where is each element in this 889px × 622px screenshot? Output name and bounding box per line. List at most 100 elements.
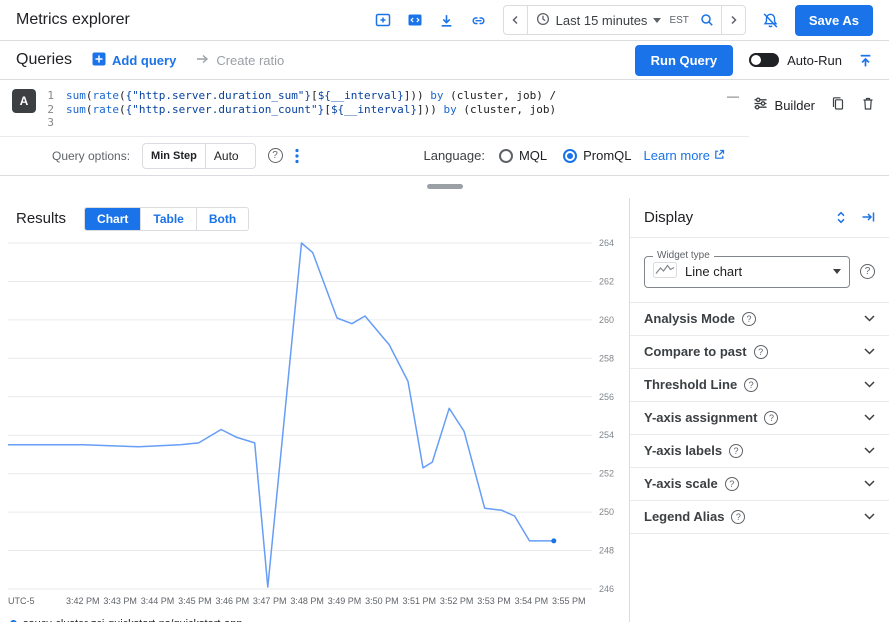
create-ratio-label: Create ratio	[216, 53, 284, 68]
svg-text:3:46 PM: 3:46 PM	[216, 596, 250, 606]
learn-more-link[interactable]: Learn more	[644, 148, 725, 163]
help-icon[interactable]	[764, 411, 778, 425]
time-range-control: Last 15 minutes EST	[503, 5, 746, 35]
display-section-threshold-line[interactable]: Threshold Line	[630, 369, 889, 402]
time-search-button[interactable]	[693, 6, 721, 34]
help-icon[interactable]	[754, 345, 768, 359]
auto-run-label: Auto-Run	[787, 53, 842, 68]
run-query-button[interactable]: Run Query	[635, 45, 733, 76]
svg-text:3:44 PM: 3:44 PM	[141, 596, 175, 606]
chevron-down-icon	[864, 480, 875, 487]
help-icon[interactable]	[725, 477, 739, 491]
display-section-analysis-mode[interactable]: Analysis Mode	[630, 303, 889, 336]
add-to-dashboard-icon[interactable]	[375, 12, 391, 28]
tune-icon	[753, 96, 768, 114]
chart-area: 2462482502522542562582602622643:42 PM3:4…	[0, 237, 629, 616]
expand-all-icon[interactable]	[835, 210, 847, 225]
min-step-value: Auto	[206, 144, 255, 168]
display-section-compare-to-past[interactable]: Compare to past	[630, 336, 889, 369]
min-step-control[interactable]: Min Step Auto	[142, 143, 256, 169]
copy-icon[interactable]	[831, 96, 845, 111]
legend-label: saucy-cluster zci-quickstart-ns/quicksta…	[23, 618, 242, 622]
help-icon[interactable]	[744, 378, 758, 392]
help-icon[interactable]	[729, 444, 743, 458]
svg-text:254: 254	[599, 430, 614, 440]
editor-main: A 1sum(rate({"http.server.duration_sum"}…	[0, 80, 749, 136]
language-radio-mql[interactable]: MQL	[499, 148, 547, 163]
notifications-off-icon[interactable]	[762, 12, 779, 29]
time-forward-button[interactable]	[721, 6, 745, 34]
add-query-button[interactable]: Add query	[92, 52, 176, 69]
clock-icon	[536, 12, 550, 29]
auto-run-toggle[interactable]	[749, 53, 779, 67]
svg-text:3:45 PM: 3:45 PM	[178, 596, 212, 606]
tab-table[interactable]: Table	[141, 208, 196, 230]
svg-text:3:55 PM: 3:55 PM	[552, 596, 586, 606]
display-section-y-axis-scale[interactable]: Y-axis scale	[630, 468, 889, 501]
results-tab-group: ChartTableBoth	[84, 207, 249, 231]
toggle-knob	[751, 55, 761, 65]
tab-both[interactable]: Both	[197, 208, 248, 230]
download-icon[interactable]	[439, 13, 454, 28]
code-line[interactable]: 1sum(rate({"http.server.duration_sum"}[$…	[38, 89, 717, 103]
code-line[interactable]: 3	[38, 116, 717, 130]
code-text: sum(rate({"http.server.duration_count"}[…	[66, 103, 556, 117]
builder-button[interactable]: Builder	[753, 96, 815, 114]
delete-icon[interactable]	[861, 96, 875, 111]
editor-left: A 1sum(rate({"http.server.duration_sum"}…	[0, 80, 749, 175]
page-title: Metrics explorer	[16, 11, 130, 29]
code-lines[interactable]: 1sum(rate({"http.server.duration_sum"}[$…	[38, 89, 717, 130]
svg-text:3:48 PM: 3:48 PM	[290, 596, 324, 606]
tab-chart[interactable]: Chart	[85, 208, 141, 230]
min-step-help-icon[interactable]	[268, 148, 283, 163]
widget-type-help-icon[interactable]	[860, 264, 875, 279]
display-section-y-axis-labels[interactable]: Y-axis labels	[630, 435, 889, 468]
chevron-down-icon	[653, 18, 661, 23]
section-label: Threshold Line	[644, 377, 737, 392]
queries-bar: Queries Add query Create ratio Run Query…	[0, 41, 889, 80]
ratio-arrow-icon	[196, 53, 210, 68]
widget-type-value: Line chart	[685, 264, 825, 279]
collapse-panel-right-icon[interactable]	[861, 211, 875, 223]
editor-side-actions: Builder	[749, 80, 889, 175]
widget-type-row: Widget type Line chart	[630, 238, 889, 303]
display-section-y-axis-assignment[interactable]: Y-axis assignment	[630, 402, 889, 435]
code-text: sum(rate({"http.server.duration_sum"}[${…	[66, 89, 556, 103]
more-options-icon[interactable]	[295, 148, 299, 164]
svg-text:258: 258	[599, 353, 614, 363]
svg-text:250: 250	[599, 507, 614, 517]
results-header: Results ChartTableBoth	[0, 198, 629, 237]
svg-text:3:54 PM: 3:54 PM	[515, 596, 549, 606]
time-back-button[interactable]	[504, 6, 528, 34]
code-line[interactable]: 2sum(rate({"http.server.duration_count"}…	[38, 103, 717, 117]
metrics-explorer-app: Metrics explorer	[0, 0, 889, 622]
results-chart: 2462482502522542562582602622643:42 PM3:4…	[6, 237, 624, 613]
chevron-down-icon	[864, 414, 875, 421]
svg-text:3:43 PM: 3:43 PM	[103, 596, 137, 606]
save-as-button[interactable]: Save As	[795, 5, 873, 36]
display-header: Display	[630, 198, 889, 238]
svg-text:3:47 PM: 3:47 PM	[253, 596, 287, 606]
display-section-legend-alias[interactable]: Legend Alias	[630, 501, 889, 534]
add-query-label: Add query	[112, 53, 176, 68]
query-options-label: Query options:	[52, 149, 130, 163]
learn-more-label: Learn more	[644, 148, 710, 163]
editor-collapse-handle[interactable]: —	[717, 89, 749, 103]
create-ratio-button[interactable]: Create ratio	[196, 53, 284, 68]
chart-legend[interactable]: saucy-cluster zci-quickstart-ns/quicksta…	[0, 616, 629, 622]
chevron-down-icon	[864, 315, 875, 322]
help-icon[interactable]	[731, 510, 745, 524]
code-export-icon[interactable]	[407, 12, 423, 28]
svg-text:3:42 PM: 3:42 PM	[66, 596, 100, 606]
time-range-selector[interactable]: Last 15 minutes	[528, 12, 670, 29]
help-icon[interactable]	[742, 312, 756, 326]
language-radio-promql[interactable]: PromQL	[563, 148, 631, 163]
svg-text:3:52 PM: 3:52 PM	[440, 596, 474, 606]
collapse-editor-icon[interactable]	[858, 53, 873, 68]
link-icon[interactable]	[470, 13, 487, 28]
widget-type-select[interactable]: Widget type Line chart	[644, 256, 850, 288]
language-group: Language: MQLPromQL	[423, 148, 631, 163]
query-badge: A	[12, 89, 36, 113]
svg-text:260: 260	[599, 314, 614, 324]
resize-handle[interactable]	[427, 184, 463, 189]
